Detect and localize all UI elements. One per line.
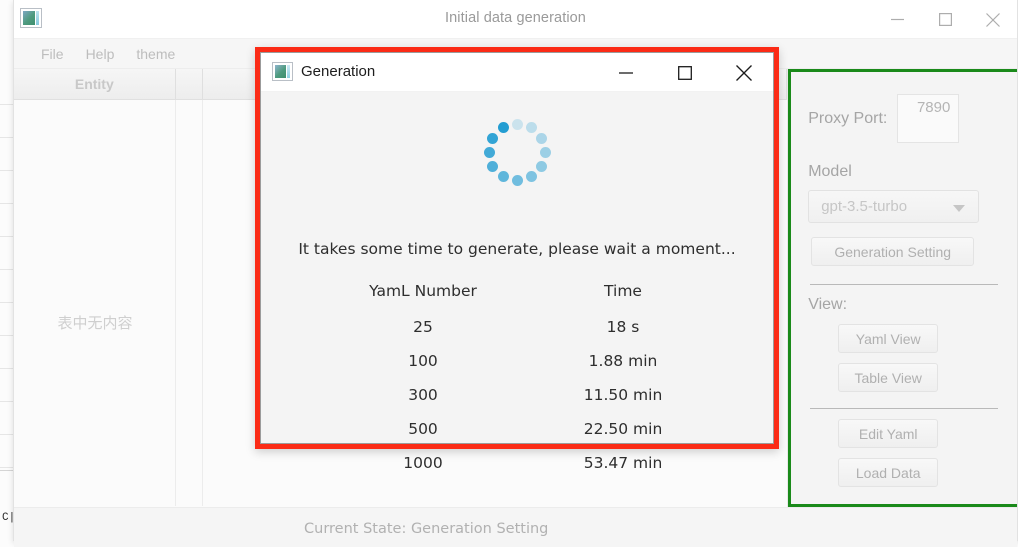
yaml-view-button[interactable]: Yaml View — [838, 324, 938, 353]
timing-cell-number: 25 — [323, 310, 523, 344]
spinner-dot — [484, 147, 495, 158]
table-header-entity[interactable]: Entity — [14, 69, 176, 99]
generation-setting-button[interactable]: Generation Setting — [811, 237, 974, 266]
timing-table-row: 2518 s — [323, 310, 723, 344]
screen-root: C| Initial data generation File — [0, 0, 1018, 547]
chevron-down-icon — [953, 205, 965, 212]
proxy-port-row: Proxy Port: 7890 — [808, 94, 1000, 143]
window-title: Initial data generation — [14, 10, 1017, 26]
dialog-body: It takes some time to generate, please w… — [261, 92, 773, 443]
minimize-icon[interactable] — [596, 53, 655, 92]
load-data-button[interactable]: Load Data — [838, 458, 938, 487]
timing-header-time: Time — [523, 274, 723, 310]
timing-table: YamL Number Time 2518 s1001.88 min30011.… — [323, 274, 723, 480]
spinner-dot — [487, 161, 498, 172]
spinner-dot — [536, 133, 547, 144]
edit-yaml-button[interactable]: Edit Yaml — [838, 419, 938, 448]
app-image-icon — [20, 8, 42, 28]
spinner-dot — [487, 133, 498, 144]
timing-cell-number: 300 — [323, 378, 523, 412]
close-icon[interactable] — [969, 0, 1017, 39]
spinner-dot — [540, 147, 551, 158]
panel-divider-1 — [810, 284, 998, 285]
timing-table-row: 100053.47 min — [323, 446, 723, 480]
loading-spinner — [478, 113, 556, 191]
maximize-icon[interactable] — [921, 0, 969, 39]
model-select[interactable]: gpt-3.5-turbo — [808, 190, 979, 223]
timing-table-row: 1001.88 min — [323, 344, 723, 378]
timing-cell-number: 1000 — [323, 446, 523, 480]
window-controls — [873, 0, 1017, 39]
status-text: Current State: Generation Setting — [304, 521, 548, 537]
dialog-window-controls — [596, 53, 773, 92]
app-image-icon — [272, 62, 293, 81]
proxy-port-label: Proxy Port: — [808, 110, 887, 128]
timing-table-row: 50022.50 min — [323, 412, 723, 446]
timing-cell-number: 100 — [323, 344, 523, 378]
side-control-panel: Proxy Port: 7890 Model gpt-3.5-turbo Gen… — [788, 69, 1017, 507]
generation-dialog-highlight: Generation It takes some time to generat… — [255, 47, 779, 449]
timing-cell-time: 53.47 min — [523, 446, 723, 480]
minimize-icon[interactable] — [873, 0, 921, 39]
statusbar: Current State: Generation Setting — [14, 507, 1017, 547]
timing-cell-time: 22.50 min — [523, 412, 723, 446]
timing-table-row: 30011.50 min — [323, 378, 723, 412]
menu-item-file[interactable]: File — [30, 43, 75, 65]
timing-cell-time: 18 s — [523, 310, 723, 344]
dialog-message: It takes some time to generate, please w… — [261, 240, 773, 258]
timing-table-header-row: YamL Number Time — [323, 274, 723, 310]
timing-cell-number: 500 — [323, 412, 523, 446]
generation-dialog: Generation It takes some time to generat… — [260, 52, 774, 444]
panel-divider-2 — [810, 408, 998, 409]
table-column-entity — [14, 100, 176, 506]
main-titlebar[interactable]: Initial data generation — [14, 0, 1017, 39]
spinner-dot — [536, 161, 547, 172]
spinner-dot — [512, 119, 523, 130]
close-icon[interactable] — [714, 53, 773, 92]
menu-item-help[interactable]: Help — [75, 43, 126, 65]
model-label: Model — [808, 163, 1000, 181]
model-select-value: gpt-3.5-turbo — [821, 198, 907, 215]
proxy-port-input[interactable]: 7890 — [897, 94, 959, 143]
maximize-icon[interactable] — [655, 53, 714, 92]
table-header-blank-1[interactable] — [176, 69, 203, 99]
spinner-dot — [498, 171, 509, 182]
dialog-title: Generation — [301, 63, 375, 80]
timing-cell-time: 1.88 min — [523, 344, 723, 378]
menu-item-theme[interactable]: theme — [125, 43, 186, 65]
timing-cell-time: 11.50 min — [523, 378, 723, 412]
table-view-button[interactable]: Table View — [838, 363, 938, 392]
spinner-dot — [498, 122, 509, 133]
dialog-titlebar[interactable]: Generation — [261, 53, 773, 92]
spinner-dot — [526, 122, 537, 133]
view-label: View: — [808, 296, 1000, 314]
spinner-dot — [526, 171, 537, 182]
spinner-dot — [512, 175, 523, 186]
timing-header-yaml-number: YamL Number — [323, 274, 523, 310]
table-empty-message: 表中无内容 — [14, 312, 176, 333]
table-column-2 — [176, 100, 203, 506]
